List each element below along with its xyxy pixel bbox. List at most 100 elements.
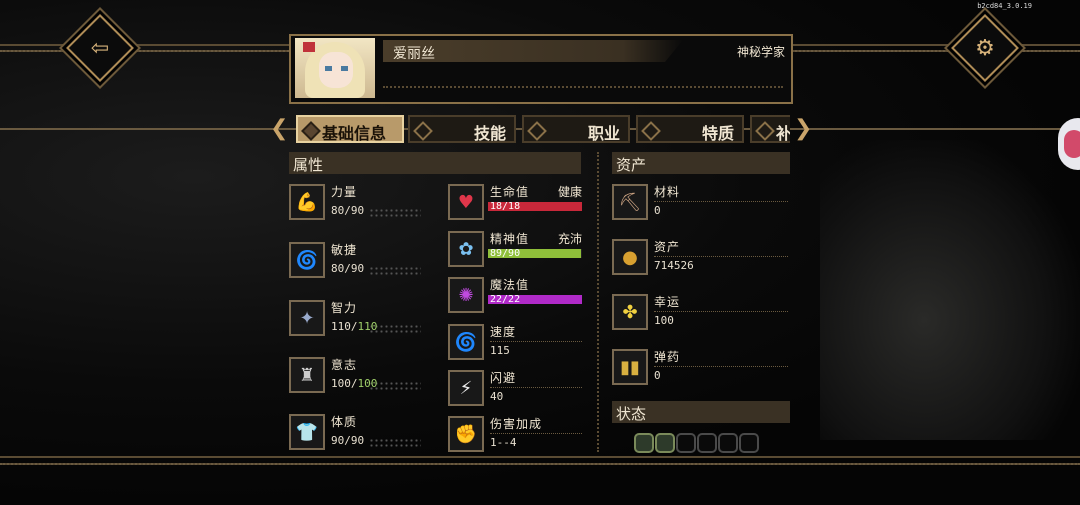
brain-icon: ✦	[289, 300, 325, 336]
stat-constitution[interactable]: 👕 体质 90/90	[289, 412, 439, 456]
mana-bar: 22/22	[488, 294, 582, 305]
stat-label: 精神值	[490, 232, 530, 246]
tab-next-arrow[interactable]: ❯	[794, 116, 812, 141]
asset-value: 100	[654, 314, 674, 327]
divider-dots	[654, 201, 788, 202]
status-title: 状态	[616, 405, 647, 423]
bow-icon	[303, 42, 315, 52]
stat-willpower[interactable]: ♜ 意志 100/100	[289, 355, 439, 399]
stat-label: 意志	[331, 358, 358, 372]
status-effect-icon[interactable]	[634, 433, 654, 453]
back-arrow-icon: ⇦	[90, 35, 110, 61]
stat-intelligence[interactable]: ✦ 智力 110/110	[289, 298, 439, 342]
speed-icon: 🌀	[448, 324, 484, 360]
asset-materials[interactable]: ⛏ 材料 0	[612, 182, 788, 226]
stat-label: 伤害加成	[490, 417, 543, 431]
tab-skills[interactable]: 技能	[408, 115, 516, 143]
stat-value: 80/90	[331, 204, 365, 217]
stat-hp[interactable]: ♥ 生命值 健康 18/18	[448, 182, 582, 226]
coin-icon: ●	[612, 239, 648, 275]
clover-icon: ✤	[612, 294, 648, 330]
divider-dots	[490, 433, 582, 434]
stat-label: 力量	[331, 185, 358, 199]
stat-label: 智力	[331, 301, 358, 315]
tab-basic-info[interactable]: 基础信息	[296, 115, 404, 143]
diamond-icon	[413, 121, 433, 141]
floating-assistant-button[interactable]	[1058, 118, 1080, 170]
divider-dots	[654, 256, 788, 257]
sanity-status: 充沛	[557, 232, 582, 246]
background-scenery	[820, 140, 1080, 440]
diamond-icon	[527, 121, 547, 141]
stat-value: 110/110	[331, 320, 378, 333]
hp-status: 健康	[557, 185, 582, 199]
status-header: 状态	[612, 401, 790, 423]
assistant-icon	[1064, 130, 1080, 158]
status-slot-empty	[697, 433, 717, 453]
will-icon: ♜	[289, 357, 325, 393]
hp-bar: 18/18	[488, 201, 582, 212]
arm-icon: 💪	[289, 184, 325, 220]
materials-icon: ⛏	[612, 184, 648, 220]
stat-value: 90/90	[331, 434, 365, 447]
sanity-value: 89/90	[490, 248, 521, 259]
spirit-icon: ✿	[448, 231, 484, 267]
tab-label: 特质	[701, 124, 734, 143]
stat-value: 115	[490, 344, 510, 357]
asset-ammo[interactable]: ▮▮ 弹药 0	[612, 347, 788, 391]
status-slot-empty	[739, 433, 759, 453]
tab-label: 技能	[473, 124, 506, 143]
stat-value: 1--4	[490, 436, 517, 449]
tab-profession[interactable]: 职业	[522, 115, 630, 143]
tab-label: 补	[776, 124, 790, 143]
stat-sanity[interactable]: ✿ 精神值 充沛 89/90	[448, 229, 582, 273]
asset-wealth[interactable]: ● 资产 714526	[612, 237, 788, 281]
asset-label: 弹药	[654, 350, 681, 364]
magic-swirl-icon: ✺	[448, 277, 484, 313]
stat-value: 100/100	[331, 377, 378, 390]
asset-label: 材料	[654, 185, 681, 199]
tab-traits[interactable]: 特质	[636, 115, 744, 143]
stat-mana[interactable]: ✺ 魔法值 22/22	[448, 275, 582, 319]
diamond-icon	[301, 121, 321, 141]
stat-dodge[interactable]: ⚡ 闪避 40	[448, 368, 582, 412]
stat-damage-bonus[interactable]: ✊ 伤害加成 1--4	[448, 414, 582, 458]
assets-title: 资产	[616, 156, 647, 174]
body-icon: 👕	[289, 414, 325, 450]
sanity-bar: 89/90	[488, 248, 582, 259]
stat-label: 魔法值	[490, 278, 530, 292]
stat-agility[interactable]: 🌀 敏捷 80/90	[289, 240, 439, 284]
status-slot-empty	[676, 433, 696, 453]
stat-label: 体质	[331, 415, 358, 429]
attributes-header: 属性	[289, 152, 581, 174]
mana-value: 22/22	[490, 294, 521, 305]
stat-strength[interactable]: 💪 力量 80/90	[289, 182, 439, 226]
asset-value: 0	[654, 369, 661, 382]
dodge-icon: ⚡	[448, 370, 484, 406]
character-name: 爱丽丝	[393, 46, 435, 62]
divider-dots	[654, 311, 788, 312]
stat-value: 80/90	[331, 262, 365, 275]
diamond-icon	[755, 121, 775, 141]
column-divider	[597, 152, 599, 452]
attributes-title: 属性	[293, 156, 324, 174]
dot-grid	[369, 438, 421, 448]
stat-speed[interactable]: 🌀 速度 115	[448, 322, 582, 366]
tab-prev-arrow[interactable]: ❮	[270, 116, 288, 141]
asset-value: 714526	[654, 259, 694, 272]
asset-luck[interactable]: ✤ 幸运 100	[612, 292, 788, 336]
build-version: b2cd84_3.0.19	[977, 2, 1032, 10]
divider-dots	[654, 366, 788, 367]
hp-value: 18/18	[490, 201, 521, 212]
stat-value: 40	[490, 390, 504, 403]
character-header: 爱丽丝 神秘学家	[289, 34, 793, 104]
ammo-icon: ▮▮	[612, 349, 648, 385]
tab-label: 基础信息	[322, 124, 387, 143]
tab-more[interactable]: 补	[750, 115, 790, 143]
diamond-icon	[641, 121, 661, 141]
divider-dots	[490, 341, 582, 342]
heart-icon: ♥	[448, 184, 484, 220]
assets-header: 资产	[612, 152, 790, 174]
stat-label: 速度	[490, 325, 517, 339]
status-effect-icon[interactable]	[655, 433, 675, 453]
